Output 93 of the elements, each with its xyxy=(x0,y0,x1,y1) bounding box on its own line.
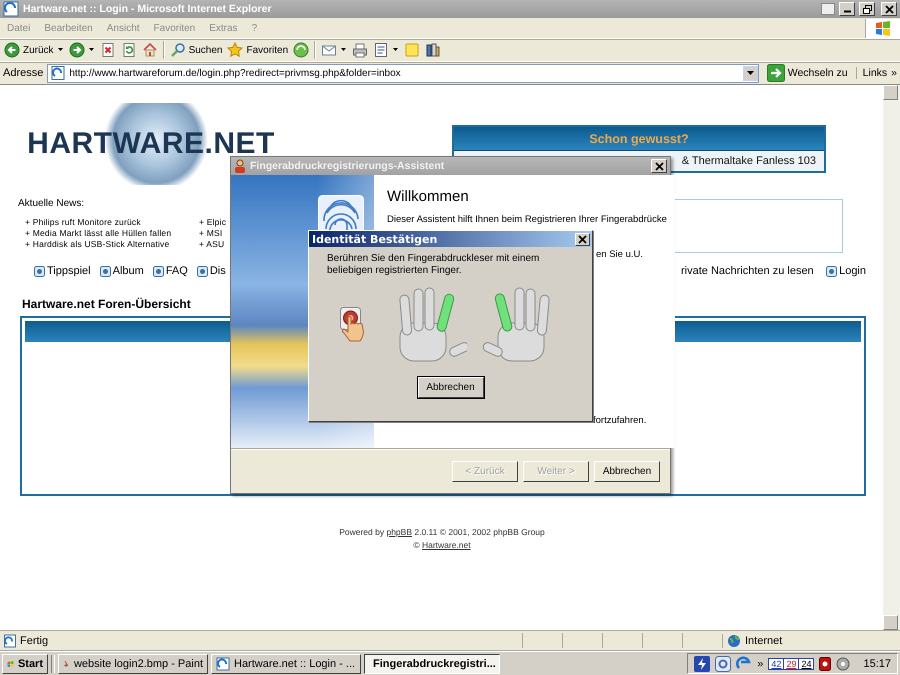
news-link[interactable]: + ASU xyxy=(199,239,233,250)
windows-logo-icon xyxy=(874,20,892,36)
media-icon xyxy=(293,42,310,58)
refresh-icon xyxy=(120,42,137,58)
news-link[interactable]: + Harddisk als USB-Stick Alternative xyxy=(25,239,199,250)
close-icon xyxy=(884,4,894,14)
browser-icon[interactable] xyxy=(736,656,752,672)
panel-title: Schon gewusst? xyxy=(589,132,689,146)
cancel-button[interactable]: Abbrechen xyxy=(594,460,660,482)
zone-text: Internet xyxy=(745,634,782,646)
person-icon xyxy=(234,159,246,173)
note-icon xyxy=(404,42,420,58)
taskbar-button[interactable]: Hartware.net :: Login - ... xyxy=(211,654,361,674)
address-field[interactable]: http://www.hartwareforum.de/login.php?redirect=privmsg.php&folder=inbox xyxy=(47,64,759,82)
page-icon xyxy=(3,634,17,648)
close-icon xyxy=(578,234,587,244)
temperature-monitor[interactable]: 42 29 24 xyxy=(768,658,814,670)
close-button[interactable] xyxy=(575,232,590,246)
restore-icon xyxy=(862,4,872,14)
minimize-icon xyxy=(844,10,850,13)
scroll-down-button[interactable] xyxy=(883,615,898,630)
copyright-text: © Hartware.net xyxy=(413,540,471,550)
go-button[interactable]: Wechseln zu xyxy=(762,64,852,82)
lightning-icon[interactable] xyxy=(694,656,710,672)
panel-text: & Thermaltake Fanless 103 xyxy=(682,155,816,167)
more-button[interactable]: » xyxy=(757,658,764,670)
nav-link[interactable]: Dis xyxy=(196,265,226,277)
news-heading: Aktuelle News: xyxy=(18,198,86,209)
link-icon xyxy=(826,266,838,276)
search-icon xyxy=(170,42,186,58)
scroll-up-button[interactable] xyxy=(883,85,898,100)
address-input[interactable]: http://www.hartwareforum.de/login.php?redirect=privmsg.php&folder=inbox xyxy=(69,68,740,78)
maximize-button[interactable] xyxy=(859,2,875,16)
favorites-button[interactable]: Favoriten xyxy=(225,41,290,59)
wizard-heading: Willkommen xyxy=(387,188,470,205)
page-icon xyxy=(50,65,66,81)
window-title: Hartware.net :: Login - Microsoft Internet Explorer xyxy=(23,3,273,15)
media-button[interactable] xyxy=(291,41,312,59)
nav-link[interactable]: FAQ xyxy=(152,265,188,277)
news-link[interactable]: + MSI xyxy=(199,228,233,239)
news-link[interactable]: + Philips ruft Monitore zurück xyxy=(25,217,199,228)
window-title: Fingerabdruckregistrierungs-Assistent xyxy=(250,160,446,172)
dialog-title: Identität Bestätigen xyxy=(312,232,438,246)
wizard-text: fortzufahren. xyxy=(593,415,648,426)
nav-link[interactable]: Album xyxy=(100,265,144,277)
close-button[interactable] xyxy=(881,2,897,16)
news-link[interactable]: + Elpic xyxy=(199,217,233,228)
status-text: Fertig xyxy=(20,634,48,646)
clock: 15:17 xyxy=(863,658,891,670)
footer-link[interactable]: Hartware.net xyxy=(422,540,471,550)
forward-icon xyxy=(68,42,85,58)
speaker-icon[interactable] xyxy=(836,656,850,670)
more-button[interactable]: » xyxy=(891,67,897,79)
browser-icon xyxy=(216,656,230,670)
link-icon xyxy=(152,266,164,276)
close-icon xyxy=(654,162,664,170)
home-icon xyxy=(142,42,158,58)
footer-text: Powered by phpBB 2.0.11 © 2001, 2002 phpBB Group xyxy=(339,527,545,537)
minimize-button[interactable] xyxy=(839,2,855,16)
caret-icon xyxy=(746,70,754,76)
link-icon xyxy=(196,266,208,276)
wizard-text: en Sie u.U. xyxy=(596,249,644,260)
dialog-message: Berühren Sie den Fingerabdruckleser mit einem beliebigen registrierten Finger. xyxy=(326,252,540,277)
start-button[interactable]: Start xyxy=(2,654,48,674)
nav-link[interactable]: Tippspiel xyxy=(34,265,91,277)
links-button[interactable]: Links xyxy=(862,67,888,79)
taskbar-button[interactable]: Fingerabdruckregistri... xyxy=(364,654,500,674)
taskbar-button[interactable]: website login2.bmp - Paint xyxy=(58,654,208,674)
section-heading: Hartware.net Foren-Übersicht xyxy=(21,297,192,311)
stop-icon xyxy=(100,42,116,58)
wizard-text: Dieser Assistent hilft Ihnen beim Registrieren Ihrer Fingerabdrücke xyxy=(387,214,667,225)
cancel-button[interactable]: Abbrechen xyxy=(418,377,484,398)
dropdown-button[interactable] xyxy=(742,66,758,80)
nav-link[interactable]: Login xyxy=(826,265,866,277)
close-button[interactable] xyxy=(651,159,667,173)
news-link[interactable]: + Media Markt lässt alle Hüllen fallen xyxy=(25,228,199,239)
record-icon[interactable] xyxy=(819,656,832,670)
document-icon xyxy=(373,42,390,58)
books-icon xyxy=(425,42,442,58)
window-icon[interactable] xyxy=(821,3,835,15)
back-icon xyxy=(4,42,20,58)
back-button[interactable]: Zurück xyxy=(2,41,66,59)
forward-button[interactable] xyxy=(66,41,97,59)
star-icon xyxy=(227,42,244,58)
link-icon xyxy=(100,266,111,276)
search-button[interactable]: Suchen xyxy=(168,41,224,59)
nav-link[interactable]: rivate Nachrichten zu lesen xyxy=(681,265,814,277)
address-label: Adresse xyxy=(3,67,44,79)
globe-icon xyxy=(727,634,741,648)
footer-link[interactable]: phpBB xyxy=(386,527,412,537)
link-icon xyxy=(34,266,45,276)
browser-icon xyxy=(3,1,19,17)
print-icon xyxy=(352,42,368,58)
